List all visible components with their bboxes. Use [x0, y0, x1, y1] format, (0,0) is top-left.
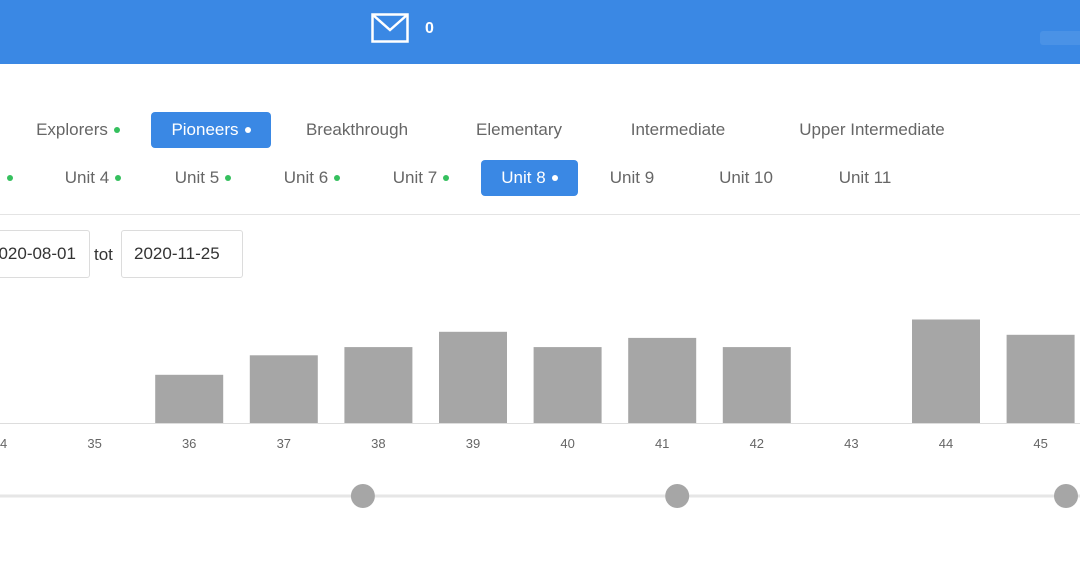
units-tab-unit-4[interactable]: Unit 4 — [50, 160, 136, 196]
levels-tab-label: Breakthrough — [305, 120, 409, 139]
completed-status-dot — [244, 127, 251, 133]
bar-week-41[interactable] — [628, 337, 697, 423]
levels-tab-label: Pioneers — [171, 120, 239, 139]
bar-week-44[interactable] — [912, 319, 980, 424]
date-separator-label: tot — [94, 245, 113, 264]
date-from-input[interactable]: 2020-08-01 — [0, 230, 90, 278]
x-tick-label: 42 — [750, 436, 764, 451]
bar-week-40[interactable] — [533, 347, 602, 423]
x-tick-label: 34 — [0, 436, 7, 451]
completed-status-dot — [115, 175, 122, 181]
units-tab-label: Unit 5 — [174, 168, 220, 187]
units-tab-label: Unit 4 — [64, 168, 110, 187]
date-to-value: 2020-11-25 — [134, 244, 220, 263]
units-tab-label: Unit 7 — [392, 168, 438, 187]
levels-tab-intermediate[interactable]: Intermediate — [610, 112, 746, 148]
x-tick-label: 35 — [87, 436, 101, 451]
units-tab-unit-10[interactable]: Unit 10 — [700, 160, 792, 196]
levels-tab-pioneers[interactable]: Pioneers — [151, 112, 271, 148]
slider-handle-1[interactable] — [350, 484, 375, 508]
levels-tab-explorers[interactable]: Explorers — [22, 112, 134, 148]
completed-status-dot — [334, 175, 341, 181]
completed-status-dot — [443, 175, 450, 181]
bar-week-38[interactable] — [344, 347, 413, 423]
x-tick-label: 40 — [560, 436, 574, 451]
bar-week-37[interactable] — [249, 355, 318, 423]
slider-handle-2[interactable] — [665, 484, 690, 508]
user-menu[interactable] — [1040, 31, 1080, 45]
divider — [0, 214, 1080, 215]
levels-tab-label: Explorers — [36, 120, 108, 139]
levels-tab-label: Upper Intermediate — [799, 120, 945, 139]
x-tick-label: 44 — [939, 436, 953, 451]
units-tab-label: Unit 9 — [609, 168, 655, 187]
x-tick-label: 37 — [277, 436, 291, 451]
units-tab-label: Unit 6 — [283, 168, 329, 187]
units-tab-label: Unit 11 — [838, 168, 892, 187]
units-tab-unit-9[interactable]: Unit 9 — [592, 160, 672, 196]
units-tab-unit-8[interactable]: Unit 8 — [481, 160, 578, 196]
completed-status-dot — [113, 127, 120, 133]
x-tick-label: 41 — [655, 436, 669, 451]
units-tab-label: Unit 8 — [501, 168, 546, 187]
x-tick-label: 45 — [1033, 436, 1047, 451]
units-tab-label: Unit 10 — [719, 168, 773, 187]
date-to-input[interactable]: 2020-11-25 — [121, 230, 243, 278]
top-bar: 0 — [0, 0, 1080, 64]
bar-week-45[interactable] — [1006, 334, 1075, 423]
levels-tab-label: Intermediate — [630, 120, 726, 139]
range-slider[interactable] — [0, 478, 1080, 518]
weekly-bar-chart: 34 35 36 37 38 39 40 41 42 43 44 45 — [0, 319, 1080, 451]
levels-tab-label: Elementary — [476, 120, 562, 139]
envelope-icon[interactable] — [371, 13, 409, 43]
units-tab-unit-7[interactable]: Unit 7 — [378, 160, 464, 196]
levels-tab-breakthrough[interactable]: Breakthrough — [289, 112, 425, 148]
mail-count-badge: 0 — [425, 20, 434, 37]
completed-status-dot — [225, 175, 232, 181]
bar-week-39[interactable] — [439, 331, 507, 423]
units-tab-unit-11[interactable]: Unit 11 — [820, 160, 910, 196]
levels-tab-elementary[interactable]: Elementary — [457, 112, 581, 148]
x-tick-label: 43 — [844, 436, 858, 451]
x-tick-label: 38 — [371, 436, 385, 451]
date-from-value: 2020-08-01 — [0, 244, 76, 263]
levels-tab-upper-intermediate[interactable]: Upper Intermediate — [776, 112, 968, 148]
slider-handle-3[interactable] — [1054, 484, 1078, 508]
unit-3-status-dot — [7, 175, 13, 181]
units-tab-unit-5[interactable]: Unit 5 — [160, 160, 246, 196]
bar-week-36[interactable] — [155, 374, 224, 423]
bar-week-42[interactable] — [722, 347, 791, 423]
x-tick-label: 39 — [466, 436, 480, 451]
units-tab-unit-6[interactable]: Unit 6 — [269, 160, 355, 196]
completed-status-dot — [551, 175, 558, 181]
x-tick-label: 36 — [182, 436, 196, 451]
